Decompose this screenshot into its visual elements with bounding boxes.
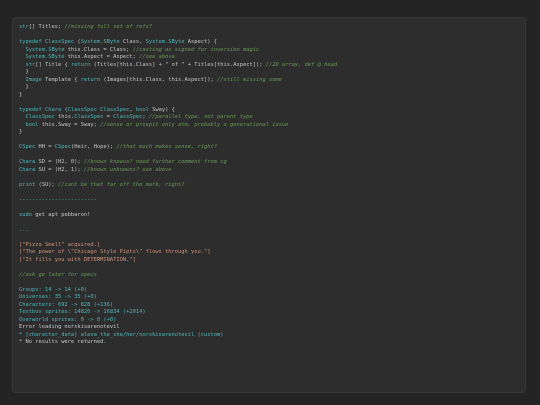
code-comment: //that much makes sense, right? (116, 144, 217, 150)
code-comment: //missing full set of refs? (64, 24, 153, 30)
code-line: bool this.Sway = Sway; //sense or prospi… (19, 122, 519, 130)
code-text: } (19, 129, 23, 135)
code-text: * No results were returned. (19, 339, 107, 345)
code-text: ["It fills you with DETERMINATION."] (19, 256, 136, 263)
code-line: Overworld sprites: 0 -> 0 (+0) (19, 317, 519, 325)
code-text: typedef ClassSpec (System.SByte Class, S… (19, 39, 218, 45)
code-line: Image Template { return (Images[this.Cla… (19, 77, 519, 85)
code-line: Textbox sprites: 14820 -> 16834 (+2014) (19, 309, 519, 317)
code-text: Error loading norskisarenotevil (19, 324, 120, 330)
code-line: } (19, 92, 519, 100)
code-comment: //sense or prospit only atm, probably a … (100, 121, 289, 128)
code-comment: //parallel type, not parent type (148, 114, 253, 120)
code-line: str[] Title { return (Titles[this.Class]… (19, 62, 519, 70)
code-line: Universes: 35 -> 35 (+0) (19, 294, 519, 302)
code-line: str[] Titles; //missing full set of refs… (19, 24, 519, 32)
code-line: print (SU); //cant be that far off the m… (19, 182, 519, 190)
code-text: Chara SD = (H2, 0); (19, 159, 84, 165)
code-line: } (19, 84, 519, 92)
code-line: Groups: 14 -> 14 (+0) (19, 287, 519, 295)
code-text: Image Template { return (Images[this.Cla… (25, 76, 218, 83)
code-text: ["The power of \"Chicago Style Pipts\" f… (19, 249, 211, 255)
code-line: Error loading norskisarenotevil (19, 324, 519, 332)
code-editor-panel: str[] Titles; //missing full set of refs… (12, 17, 526, 393)
code-text: typedef Chara (ClassSpec ClassSpec, bool… (19, 106, 175, 113)
code-line: Chara SU = (H2, 1); //known unknowns? se… (19, 167, 519, 175)
code-line: * No results were returned. (19, 339, 519, 347)
code-line: System.SByte this.Class = Class; //casti… (19, 47, 519, 55)
code-comment: //known unknowns? see above (83, 166, 172, 173)
code-text: print (SU); (19, 181, 58, 188)
code-line: ... (19, 227, 519, 235)
code-text: Chara SU = (H2, 1); (19, 166, 84, 173)
code-text: Characters: 692 -> 828 (+136) (19, 301, 114, 308)
code-text: ... (19, 226, 29, 233)
code-line: } (19, 129, 519, 137)
code-line: ClassSpec this.ClassSpec = ClassSpec; //… (19, 114, 519, 122)
code-text: System.SByte this.Aspect = Aspect; (25, 54, 140, 60)
code-text: Universes: 35 -> 35 (+0) (19, 294, 97, 300)
code-text: } (19, 84, 29, 90)
code-block: str[] Titles; //missing full set of refs… (19, 24, 519, 347)
code-text: System.SByte this.Class = Class; (25, 46, 133, 53)
code-comment: //known knowns? need further comment fro… (83, 159, 227, 165)
code-line: typedef ClassSpec (System.SByte Class, S… (19, 39, 519, 47)
code-line: * [character_data] alexa_the_she/her/nor… (19, 332, 519, 340)
code-text: CSpec HH = CSpec(Heir, Hope); (19, 144, 117, 150)
code-text: str[] Titles; (19, 24, 65, 30)
code-text: Overworld sprites: 0 -> 0 (+0) (19, 316, 117, 323)
code-comment: //2D array, def @ head (265, 61, 338, 68)
code-text: //ask ge later for specs (19, 271, 97, 278)
code-line: CSpec HH = CSpec(Heir, Hope); //that muc… (19, 144, 519, 152)
code-comment: //cant be that far off the mark, right? (57, 181, 185, 188)
code-text: Textbox sprites: 14820 -> 16834 (+2014) (19, 309, 146, 315)
code-text: ClassSpec this.ClassSpec = ClassSpec; (25, 114, 149, 120)
code-text: str[] Title { return (Titles[this.Class]… (25, 61, 266, 68)
code-text: } (19, 69, 29, 75)
code-comment: //still missing some (217, 76, 282, 83)
code-line: Chara SD = (H2, 0); //known knowns? need… (19, 159, 519, 167)
code-line: ["The power of \"Chicago Style Pipts\" f… (19, 249, 519, 257)
code-text: ["Pizza Smell" acquired.] (19, 241, 101, 248)
code-line: sudo get apt pebbaron! (19, 212, 519, 220)
code-line: ------------------------ (19, 197, 519, 205)
code-line: ["Pizza Smell" acquired.] (19, 242, 519, 250)
code-text: * [character_data] alexa_the_she/her/nor… (19, 331, 224, 338)
code-line: Characters: 692 -> 828 (+136) (19, 302, 519, 310)
code-line: typedef Chara (ClassSpec ClassSpec, bool… (19, 107, 519, 115)
code-text: } (19, 91, 23, 98)
code-text: ------------------------ (19, 196, 97, 203)
code-line: //ask ge later for specs (19, 272, 519, 280)
code-line: } (19, 69, 519, 77)
code-comment: //casting as signed for inversion magic (132, 46, 260, 53)
code-text: sudo get apt pebbaron! (19, 211, 91, 218)
code-text: Groups: 14 -> 14 (+0) (19, 286, 88, 293)
code-text: bool this.Sway = Sway; (25, 121, 101, 128)
code-comment: //see above (139, 54, 175, 60)
code-line: System.SByte this.Aspect = Aspect; //see… (19, 54, 519, 62)
code-line: ["It fills you with DETERMINATION."] (19, 257, 519, 265)
